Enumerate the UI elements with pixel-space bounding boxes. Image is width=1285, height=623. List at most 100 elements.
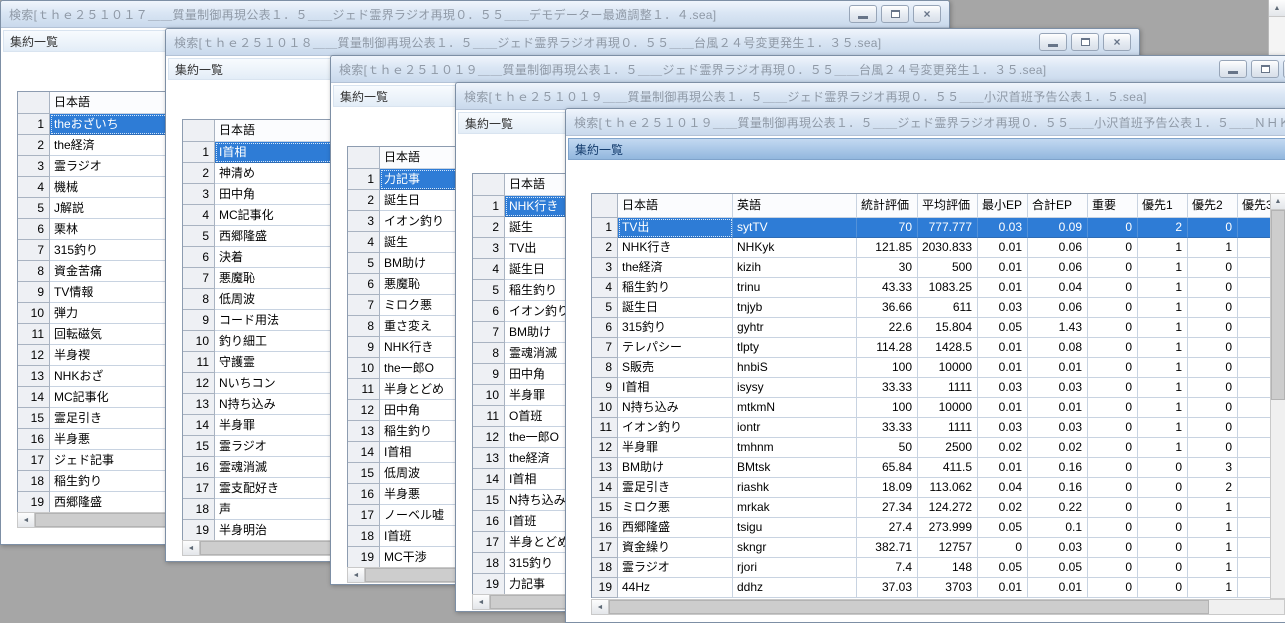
cell-priority1[interactable]: 1 bbox=[1138, 278, 1188, 298]
scroll-left-button[interactable]: ◄ bbox=[348, 568, 365, 582]
row-header[interactable]: 19 bbox=[348, 547, 380, 568]
cell-avg-eval[interactable]: 12757 bbox=[918, 538, 978, 558]
close-button[interactable]: × bbox=[1103, 33, 1131, 51]
cell-japanese[interactable]: 315釣り bbox=[618, 318, 733, 338]
cell-min-ep[interactable]: 0.01 bbox=[978, 278, 1028, 298]
cell-avg-eval[interactable]: 273.999 bbox=[918, 518, 978, 538]
row-header[interactable]: 15 bbox=[183, 436, 215, 457]
row-header[interactable]: 10 bbox=[18, 303, 50, 324]
cell-min-ep[interactable]: 0.03 bbox=[978, 418, 1028, 438]
row-header[interactable]: 15 bbox=[473, 490, 505, 511]
column-header-priority1[interactable]: 優先1 bbox=[1138, 194, 1188, 218]
row-header[interactable]: 2 bbox=[473, 217, 505, 238]
row-header[interactable]: 7 bbox=[18, 240, 50, 261]
cell-important[interactable]: 0 bbox=[1088, 358, 1138, 378]
cell-important[interactable]: 0 bbox=[1088, 558, 1138, 578]
row-header[interactable]: 3 bbox=[348, 211, 380, 232]
cell-priority1[interactable]: 1 bbox=[1138, 338, 1188, 358]
row-header[interactable]: 16 bbox=[473, 511, 505, 532]
cell-sum-ep[interactable]: 0.06 bbox=[1028, 238, 1088, 258]
cell-sum-ep[interactable]: 0.02 bbox=[1028, 438, 1088, 458]
row-header[interactable]: 16 bbox=[18, 429, 50, 450]
row-header[interactable]: 12 bbox=[592, 438, 618, 458]
scroll-left-button[interactable]: ◄ bbox=[183, 541, 200, 555]
horizontal-scrollbar[interactable]: ◄ bbox=[591, 599, 1285, 615]
row-header[interactable]: 15 bbox=[18, 408, 50, 429]
row-header[interactable]: 16 bbox=[348, 484, 380, 505]
cell-important[interactable]: 0 bbox=[1088, 458, 1138, 478]
row-header[interactable]: 6 bbox=[183, 247, 215, 268]
cell-english[interactable]: trinu bbox=[733, 278, 857, 298]
cell-avg-eval[interactable]: 113.062 bbox=[918, 478, 978, 498]
row-header[interactable]: 10 bbox=[473, 385, 505, 406]
cell-priority2[interactable]: 2 bbox=[1188, 478, 1238, 498]
cell-english[interactable]: mtkmN bbox=[733, 398, 857, 418]
row-header[interactable]: 1 bbox=[473, 196, 505, 217]
row-header[interactable]: 16 bbox=[592, 518, 618, 538]
cell-min-ep[interactable]: 0.03 bbox=[978, 218, 1028, 238]
cell-priority1[interactable]: 0 bbox=[1138, 458, 1188, 478]
cell-japanese[interactable]: I首相 bbox=[618, 378, 733, 398]
cell-important[interactable]: 0 bbox=[1088, 398, 1138, 418]
cell-priority1[interactable]: 0 bbox=[1138, 558, 1188, 578]
row-header[interactable]: 5 bbox=[183, 226, 215, 247]
row-header[interactable]: 2 bbox=[592, 238, 618, 258]
scroll-up-button[interactable]: ▲ bbox=[1269, 0, 1285, 17]
cell-priority1[interactable]: 2 bbox=[1138, 218, 1188, 238]
row-header[interactable]: 14 bbox=[348, 442, 380, 463]
row-header[interactable]: 17 bbox=[183, 478, 215, 499]
cell-avg-eval[interactable]: 1428.5 bbox=[918, 338, 978, 358]
cell-japanese[interactable]: イオン釣り bbox=[618, 418, 733, 438]
cell-min-ep[interactable]: 0.01 bbox=[978, 238, 1028, 258]
row-header[interactable]: 17 bbox=[18, 450, 50, 471]
cell-sum-ep[interactable]: 0.05 bbox=[1028, 558, 1088, 578]
row-header[interactable]: 4 bbox=[183, 205, 215, 226]
cell-japanese[interactable]: テレパシー bbox=[618, 338, 733, 358]
row-header[interactable]: 6 bbox=[18, 219, 50, 240]
cell-avg-eval[interactable]: 1111 bbox=[918, 378, 978, 398]
cell-min-ep[interactable]: 0.03 bbox=[978, 378, 1028, 398]
cell-avg-eval[interactable]: 1111 bbox=[918, 418, 978, 438]
scrollbar-thumb[interactable] bbox=[1271, 210, 1285, 400]
cell-priority2[interactable]: 0 bbox=[1188, 358, 1238, 378]
cell-japanese[interactable]: the経済 bbox=[618, 258, 733, 278]
row-header[interactable]: 5 bbox=[592, 298, 618, 318]
cell-priority1[interactable]: 1 bbox=[1138, 398, 1188, 418]
row-header[interactable]: 12 bbox=[473, 427, 505, 448]
row-header[interactable]: 14 bbox=[473, 469, 505, 490]
cell-english[interactable]: iontr bbox=[733, 418, 857, 438]
cell-japanese[interactable]: NHK行き bbox=[618, 238, 733, 258]
cell-priority1[interactable]: 0 bbox=[1138, 578, 1188, 598]
cell-min-ep[interactable]: 0.05 bbox=[978, 558, 1028, 578]
cell-important[interactable]: 0 bbox=[1088, 438, 1138, 458]
cell-japanese[interactable]: TV出 bbox=[618, 218, 733, 238]
cell-priority2[interactable]: 0 bbox=[1188, 378, 1238, 398]
cell-min-ep[interactable]: 0.01 bbox=[978, 578, 1028, 598]
cell-min-ep[interactable]: 0.04 bbox=[978, 478, 1028, 498]
cell-stat-eval[interactable]: 100 bbox=[857, 398, 918, 418]
row-header[interactable]: 8 bbox=[348, 316, 380, 337]
column-header-avg-eval[interactable]: 平均評価 bbox=[918, 194, 978, 218]
row-header[interactable]: 19 bbox=[18, 492, 50, 513]
cell-avg-eval[interactable]: 777.777 bbox=[918, 218, 978, 238]
cell-sum-ep[interactable]: 0.03 bbox=[1028, 538, 1088, 558]
cell-english[interactable]: mrkak bbox=[733, 498, 857, 518]
row-header[interactable]: 9 bbox=[473, 364, 505, 385]
row-header[interactable]: 3 bbox=[183, 184, 215, 205]
cell-priority2[interactable]: 0 bbox=[1188, 258, 1238, 278]
cell-sum-ep[interactable]: 0.22 bbox=[1028, 498, 1088, 518]
row-header[interactable]: 13 bbox=[473, 448, 505, 469]
cell-japanese[interactable]: BM助け bbox=[618, 458, 733, 478]
cell-priority2[interactable]: 0 bbox=[1188, 218, 1238, 238]
row-header[interactable]: 4 bbox=[348, 232, 380, 253]
row-header[interactable]: 18 bbox=[18, 471, 50, 492]
row-header[interactable]: 19 bbox=[592, 578, 618, 598]
row-header[interactable]: 4 bbox=[473, 259, 505, 280]
row-header[interactable]: 15 bbox=[348, 463, 380, 484]
row-header[interactable]: 11 bbox=[18, 324, 50, 345]
cell-sum-ep[interactable]: 0.04 bbox=[1028, 278, 1088, 298]
row-header[interactable]: 9 bbox=[183, 310, 215, 331]
cell-english[interactable]: isysy bbox=[733, 378, 857, 398]
row-header[interactable]: 11 bbox=[183, 352, 215, 373]
cell-priority1[interactable]: 1 bbox=[1138, 238, 1188, 258]
